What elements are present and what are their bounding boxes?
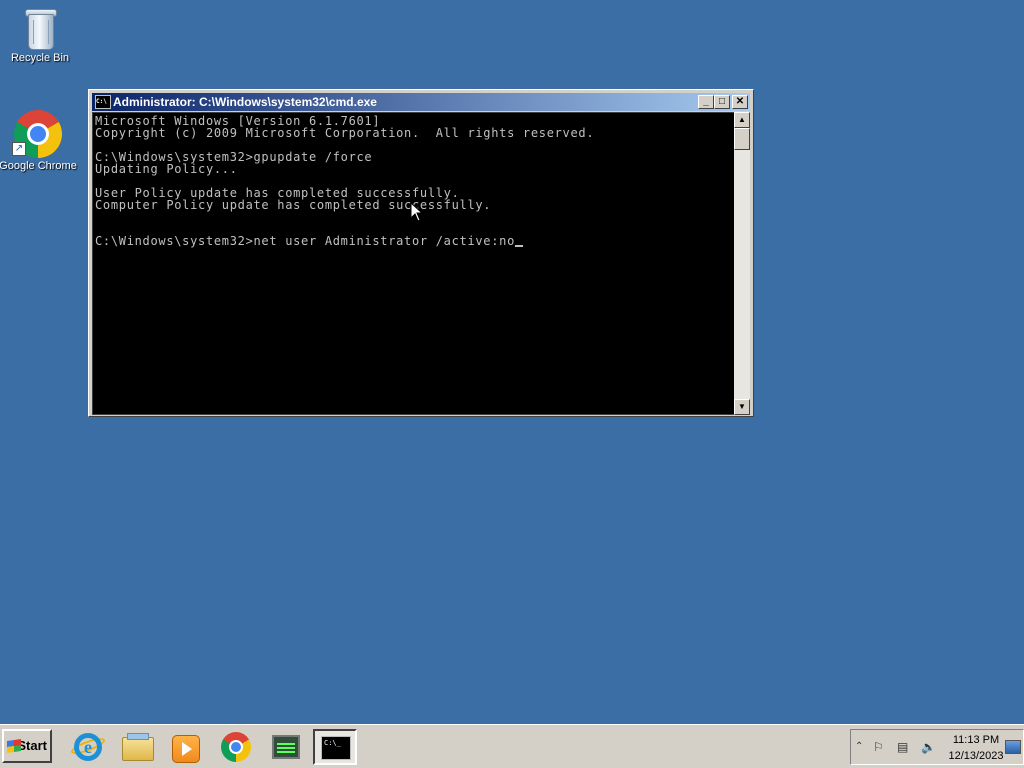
recycle-bin-desktop-icon[interactable]: Recycle Bin	[0, 6, 80, 64]
cmd-system-menu-icon[interactable]: C:\	[95, 95, 111, 109]
task-manager-icon	[272, 735, 300, 759]
expand-icon[interactable]: ⌃	[855, 741, 863, 752]
cmd-titlebar[interactable]: C:\ Administrator: C:\Windows\system32\c…	[92, 93, 750, 111]
scroll-down-button[interactable]: ▼	[734, 399, 750, 415]
recycle-bin-icon	[23, 6, 57, 50]
taskbar-windows-explorer[interactable]	[115, 729, 159, 765]
console-text: Microsoft Windows [Version 6.1.7601] Cop…	[95, 114, 595, 248]
cmd-window-title: Administrator: C:\Windows\system32\cmd.e…	[113, 95, 377, 109]
text-cursor	[515, 245, 524, 247]
notification-area: ⌃ ⚐ ▤ 🔈 11:13 PM 12/13/2023	[850, 729, 1024, 765]
cmd-window[interactable]: C:\ Administrator: C:\Windows\system32\c…	[88, 89, 754, 417]
show-desktop-button[interactable]	[1005, 740, 1021, 754]
clock-time[interactable]: 11:13 PM	[951, 734, 1001, 746]
taskbar-internet-explorer[interactable]: e	[66, 729, 110, 765]
chrome-icon	[221, 732, 251, 762]
network-icon[interactable]: ▤	[897, 740, 908, 754]
cmd-icon: C:\_	[321, 736, 351, 760]
mouse-pointer-icon	[410, 202, 424, 222]
vertical-scrollbar[interactable]: ▲ ▼	[734, 112, 750, 415]
taskbar: Start e C:\_ ⌃ ⚐ ▤ 🔈 11:13 PM 12/13/2023	[0, 724, 1024, 768]
maximize-button[interactable]: □	[714, 95, 730, 109]
clock-date[interactable]: 12/13/2023	[946, 750, 1006, 762]
taskbar-task-manager[interactable]	[264, 729, 308, 765]
volume-icon[interactable]: 🔈	[921, 740, 936, 754]
scroll-thumb[interactable]	[734, 128, 750, 150]
action-center-flag-icon[interactable]: ⚐	[873, 740, 884, 754]
taskbar-google-chrome[interactable]	[214, 729, 258, 765]
folder-icon	[122, 733, 154, 761]
ie-icon: e	[74, 733, 102, 761]
console-output[interactable]: Microsoft Windows [Version 6.1.7601] Cop…	[92, 112, 736, 415]
taskbar-command-prompt[interactable]: C:\_	[313, 729, 357, 765]
minimize-button[interactable]: _	[698, 95, 714, 109]
close-button[interactable]: ✕	[732, 95, 748, 109]
scroll-up-button[interactable]: ▲	[734, 112, 750, 128]
media-player-icon	[172, 735, 200, 763]
start-button[interactable]: Start	[2, 729, 52, 763]
shortcut-arrow-icon: ↗	[12, 142, 26, 156]
windows-logo-icon	[7, 739, 21, 753]
taskbar-media-player[interactable]	[163, 729, 207, 765]
recycle-bin-label: Recycle Bin	[10, 52, 70, 64]
google-chrome-desktop-icon[interactable]: ↗ Google Chrome	[0, 110, 78, 172]
google-chrome-label: Google Chrome	[0, 160, 77, 172]
start-label: Start	[17, 738, 47, 753]
